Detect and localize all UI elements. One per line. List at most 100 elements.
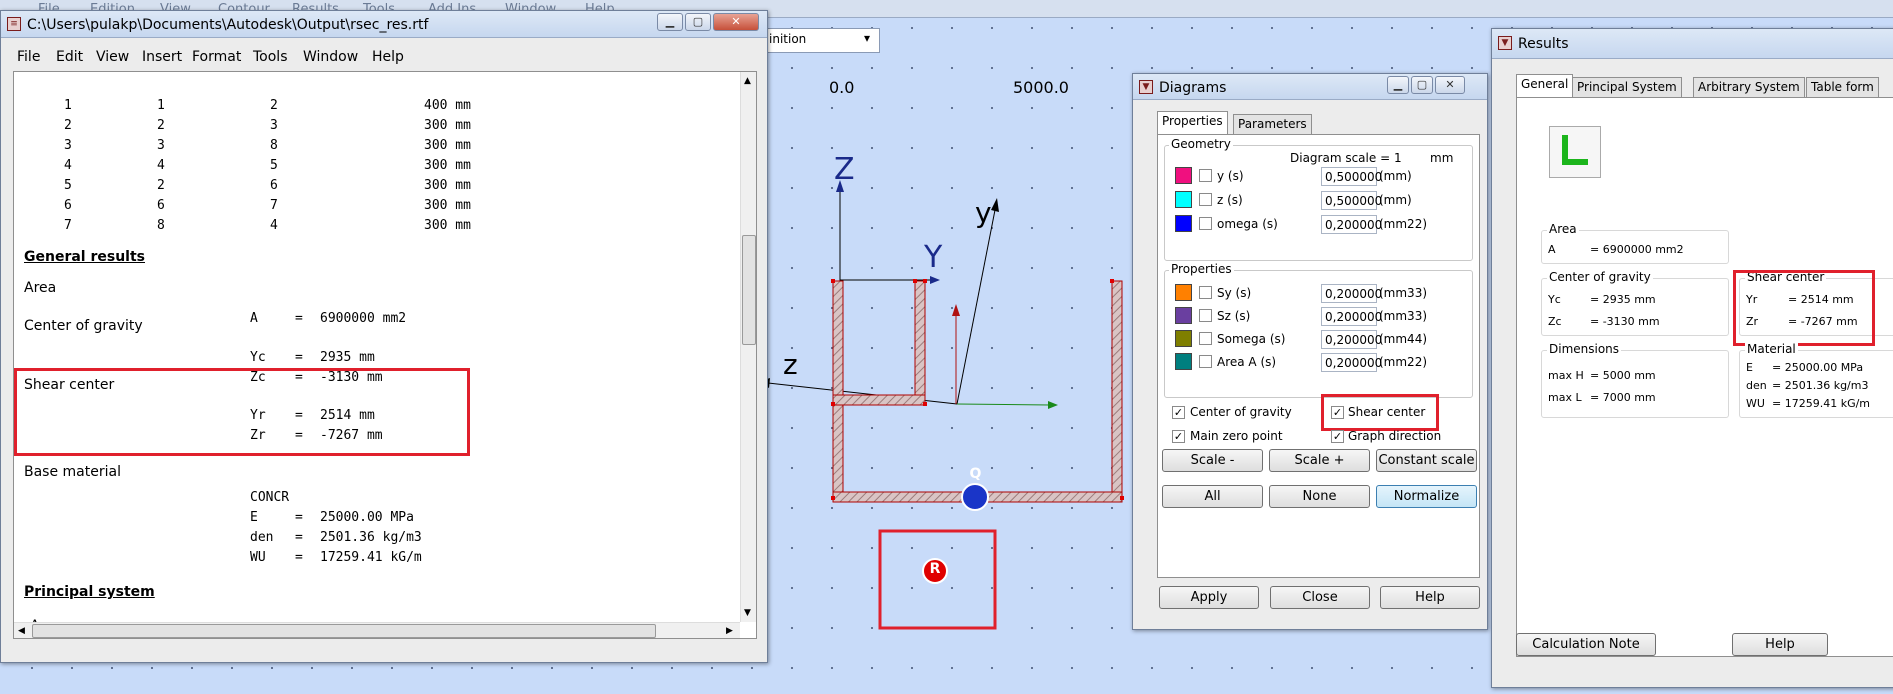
tab-table-form[interactable]: Table form: [1806, 77, 1879, 97]
tab-properties[interactable]: Properties: [1157, 111, 1228, 134]
e-value: 25000.00 MPa: [320, 510, 414, 525]
color-swatch[interactable]: [1175, 330, 1192, 347]
results-material-label: Material: [1745, 342, 1798, 356]
segment-cell-a: 3: [157, 138, 165, 153]
color-swatch[interactable]: [1175, 284, 1192, 301]
y-axis-arrow: [930, 276, 940, 284]
diagram-checkbox[interactable]: [1199, 193, 1212, 206]
ruler-label-0: 0.0: [829, 78, 855, 97]
close-dialog-button[interactable]: Close: [1270, 586, 1370, 609]
tab-arbitrary-system[interactable]: Arbitrary System: [1693, 77, 1805, 97]
menu-edit[interactable]: Edit: [56, 49, 83, 65]
results-zc-value: = -3130 mm: [1590, 315, 1660, 328]
graph-direction-checkbox[interactable]: ✓: [1331, 430, 1344, 443]
diagram-scale-text: Diagram scale = 1: [1290, 151, 1402, 165]
menu-window[interactable]: Window: [303, 49, 358, 65]
results-area-key: A: [1548, 243, 1556, 256]
view-combo[interactable]: inition ▾: [765, 28, 880, 53]
color-swatch[interactable]: [1175, 353, 1192, 370]
apply-button[interactable]: Apply: [1159, 586, 1259, 609]
principal-z-label: z: [783, 348, 798, 381]
segment-cell-n: 7: [64, 218, 72, 233]
scroll-right-icon[interactable]: ▶: [726, 626, 733, 636]
green-axis-arrow: [1048, 401, 1058, 409]
all-button[interactable]: All: [1162, 485, 1263, 508]
results-e-value: = 25000.00 MPa: [1772, 361, 1864, 374]
constant-scale-button[interactable]: Constant scale: [1376, 449, 1477, 472]
diagram-value-field[interactable]: 0,200000: [1321, 330, 1382, 349]
area-value: 6900000 mm2: [320, 311, 407, 326]
tab-general[interactable]: General: [1516, 74, 1574, 97]
menu-help[interactable]: Help: [372, 49, 404, 65]
diagram-checkbox[interactable]: [1199, 217, 1212, 230]
wu-key: WU: [250, 550, 266, 565]
normalize-button[interactable]: Normalize: [1376, 485, 1477, 508]
segment-cell-n: 2: [64, 118, 72, 133]
none-button[interactable]: None: [1269, 485, 1370, 508]
diagram-value-field[interactable]: 0,200000: [1321, 307, 1382, 326]
scale-plus-button[interactable]: Scale +: [1269, 449, 1370, 472]
diagram-checkbox[interactable]: [1199, 169, 1212, 182]
horizontal-scroll-thumb[interactable]: [32, 624, 656, 638]
scroll-up-icon[interactable]: ▲: [744, 76, 751, 86]
diagram-value-field[interactable]: 0,200000: [1321, 284, 1382, 303]
color-swatch[interactable]: [1175, 167, 1192, 184]
color-swatch[interactable]: [1175, 215, 1192, 232]
den-eq: =: [295, 530, 303, 545]
results-maxl-value: = 7000 mm: [1590, 391, 1656, 404]
close-button[interactable]: ✕: [713, 13, 759, 31]
menu-file[interactable]: File: [17, 49, 40, 65]
results-area-value: = 6900000 mm2: [1590, 243, 1684, 256]
diagram-value-field[interactable]: 0,500000: [1321, 167, 1382, 186]
maximize-button[interactable]: ▢: [685, 13, 711, 31]
diagrams-icon: ▼: [1139, 80, 1153, 94]
segment-cell-n: 4: [64, 158, 72, 173]
e-key: E: [250, 510, 258, 525]
green-axis-line: [956, 403, 1051, 406]
results-yc-key: Yc: [1548, 293, 1561, 306]
color-swatch[interactable]: [1175, 191, 1192, 208]
diagram-checkbox[interactable]: [1199, 355, 1212, 368]
diagrams-dialog: ▼ Diagrams ▁ ▢ ✕ Properties Parameters G…: [1132, 73, 1488, 630]
cog-checkbox[interactable]: ✓: [1172, 406, 1185, 419]
rtf-menu-bar: File Edit View Insert Format Tools Windo…: [1, 46, 767, 70]
menu-format[interactable]: Format: [192, 49, 241, 65]
rtf-document[interactable]: 1 1 2 400 mm 2 2 3 300 mm 3 3 8 300 mm 4 4 5 300 mm 5 2 6 3…: [13, 71, 757, 639]
minimize-button[interactable]: ▁: [657, 13, 683, 31]
menu-insert[interactable]: Insert: [142, 49, 182, 65]
menu-tools[interactable]: Tools: [253, 49, 288, 65]
diagram-checkbox[interactable]: [1199, 286, 1212, 299]
general-results-heading: General results: [24, 249, 145, 265]
vertical-scrollbar[interactable]: ▲ ▼: [740, 72, 756, 622]
shear-center-check-highlight: [1321, 394, 1439, 431]
calculation-note-button[interactable]: Calculation Note: [1516, 633, 1656, 656]
diagrams-minimize-button[interactable]: ▁: [1387, 76, 1409, 94]
segment-cell-n: 6: [64, 198, 72, 213]
results-title-bar[interactable]: ▼ Results: [1492, 29, 1893, 59]
tab-principal-system[interactable]: Principal System: [1572, 77, 1682, 97]
scroll-left-icon[interactable]: ◀: [18, 626, 25, 636]
section-wall-right: [1111, 280, 1123, 502]
color-swatch[interactable]: [1175, 307, 1192, 324]
diagram-value-field[interactable]: 0,200000: [1321, 215, 1382, 234]
help-button[interactable]: Help: [1380, 586, 1480, 609]
q-marker-label: Q: [969, 466, 982, 482]
tab-parameters[interactable]: Parameters: [1233, 114, 1312, 134]
zero-point-checkbox[interactable]: ✓: [1172, 430, 1185, 443]
diagram-value-field[interactable]: 0,200000: [1321, 353, 1382, 372]
scale-minus-button[interactable]: Scale -: [1162, 449, 1263, 472]
menu-view[interactable]: View: [96, 49, 129, 65]
diagram-checkbox[interactable]: [1199, 332, 1212, 345]
diagrams-title-bar[interactable]: ▼ Diagrams ▁ ▢ ✕: [1133, 74, 1487, 100]
diagram-value-field[interactable]: 0,500000: [1321, 191, 1382, 210]
results-help-button[interactable]: Help: [1732, 633, 1828, 656]
diagram-checkbox[interactable]: [1199, 309, 1212, 322]
segment-cell-len: 400 mm: [424, 98, 471, 113]
horizontal-scrollbar[interactable]: ◀ ▶: [14, 622, 740, 638]
scroll-down-icon[interactable]: ▼: [744, 608, 751, 618]
rtf-title-bar[interactable]: ≡ C:\Users\pulakp\Documents\Autodesk\Out…: [1, 11, 767, 38]
vertical-scroll-thumb[interactable]: [742, 235, 756, 345]
diagrams-maximize-button[interactable]: ▢: [1411, 76, 1433, 94]
results-icon: ▼: [1498, 36, 1512, 50]
diagrams-close-button[interactable]: ✕: [1435, 76, 1465, 94]
